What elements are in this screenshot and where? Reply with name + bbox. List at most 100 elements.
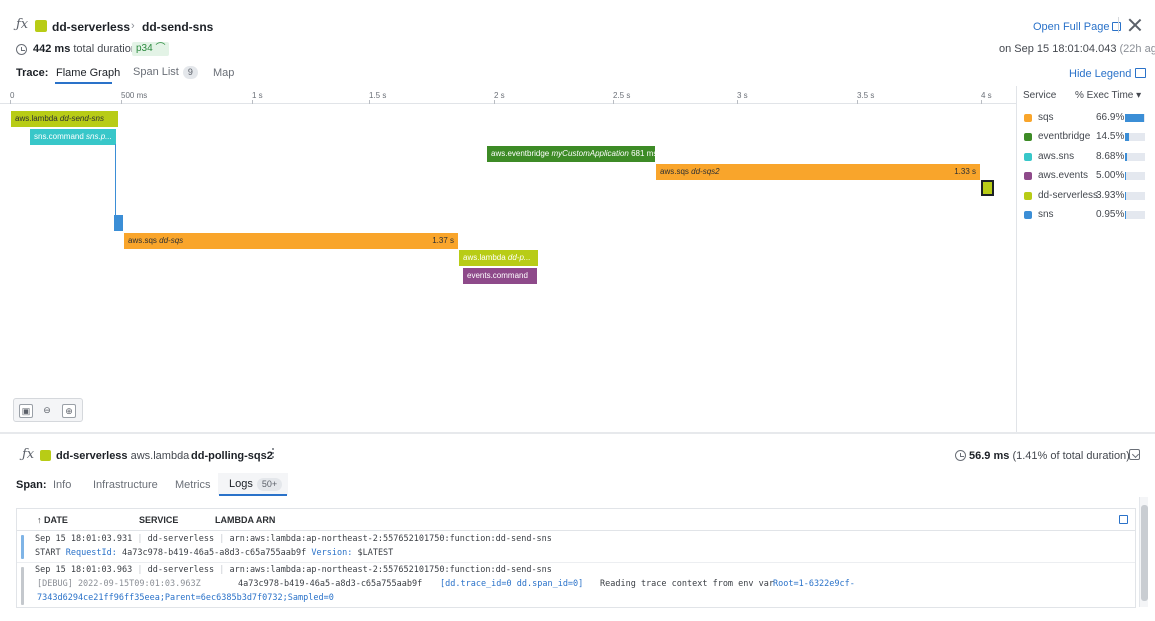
percentile-badge[interactable]: p34 ⌒ xyxy=(132,42,170,56)
span-bar-name: sns.command xyxy=(34,132,84,141)
legend-row-aws-events[interactable]: aws.events 5.00% xyxy=(1017,167,1155,186)
legend-row-dd-serverless[interactable]: dd-serverless 3.93% xyxy=(1017,187,1155,206)
tab-map[interactable]: Map xyxy=(213,67,234,79)
breadcrumb-chevron-icon: › xyxy=(179,449,183,461)
zoom-in-icon[interactable]: ⊕ xyxy=(62,404,76,418)
column-date[interactable]: ↑ DATE xyxy=(37,515,68,525)
sort-up-icon: ↑ xyxy=(37,515,42,525)
span-bar-resource: myCustomApplication xyxy=(551,149,629,158)
logs-scrollbar[interactable] xyxy=(1139,497,1148,607)
log-status-bar xyxy=(21,567,24,605)
legend-color-swatch xyxy=(1024,153,1032,161)
tab-infrastructure[interactable]: Infrastructure xyxy=(93,479,158,491)
log-arn: arn:aws:lambda:ap-northeast-2:5576521017… xyxy=(229,534,552,544)
legend-exec-fill xyxy=(1125,114,1144,122)
span-bar-name: events.command xyxy=(467,271,528,280)
span-bar-resource: dd-sqs2 xyxy=(691,167,720,176)
tab-metrics[interactable]: Metrics xyxy=(175,479,210,491)
legend-exec-bar xyxy=(1125,211,1145,219)
span-bar-name: aws.lambda xyxy=(463,253,506,262)
legend-exec-bar xyxy=(1125,153,1145,161)
axis-tick: 1.5 s xyxy=(369,91,387,100)
legend-exec-fill xyxy=(1125,133,1130,141)
time-axis: 0 500 ms 1 s 1.5 s 2 s 2.5 s 3 s 3.5 s 4… xyxy=(0,88,1016,104)
log-meta: Sep 15 18:01:03.931 | dd-serverless | ar… xyxy=(35,534,552,544)
span-bar-resource: sns.p... xyxy=(86,132,112,141)
fit-to-screen-icon[interactable]: ▣ xyxy=(19,404,33,418)
span-bar-name: aws.eventbridge xyxy=(491,149,550,158)
span-bar-resource: dd-sqs xyxy=(159,236,184,245)
log-status-bar xyxy=(21,535,24,559)
span-bar-sns-command[interactable]: sns.command sns.p... xyxy=(30,129,116,145)
legend-row-eventbridge[interactable]: eventbridge 14.5% xyxy=(1017,128,1155,147)
logs-scrollbar-thumb[interactable] xyxy=(1141,505,1148,601)
legend-exec-bar xyxy=(1125,114,1145,122)
panel-divider[interactable] xyxy=(0,432,1155,434)
open-full-page-link[interactable]: Open Full Page xyxy=(1033,21,1122,33)
tab-logs[interactable]: Logs 50+ xyxy=(229,478,283,491)
span-bar-selected[interactable] xyxy=(981,180,994,196)
span-bar-sns[interactable] xyxy=(114,215,123,231)
legend-exec-pct: 14.5% xyxy=(1096,131,1125,142)
legend-header-exec-label: % Exec Time xyxy=(1075,90,1134,101)
legend-service-name: aws.sns xyxy=(1038,151,1075,162)
column-lambda-arn[interactable]: LAMBDA ARN xyxy=(215,515,275,525)
legend-service-name: dd-serverless xyxy=(1038,190,1099,201)
close-icon[interactable] xyxy=(1127,17,1143,33)
zoom-controls: ▣ ⊖ ⊕ xyxy=(13,398,83,422)
relative-time: (22h ago) xyxy=(1119,43,1155,55)
axis-tick: 4 s xyxy=(981,91,992,100)
span-bar-aws-eventbridge[interactable]: aws.eventbridge myCustomApplication 681 … xyxy=(487,146,655,162)
legend-exec-pct: 8.68% xyxy=(1096,151,1125,162)
legend-exec-fill xyxy=(1125,211,1126,219)
legend-exec-pct: 66.9% xyxy=(1096,112,1125,123)
zoom-out-icon[interactable]: ⊖ xyxy=(40,404,54,418)
legend-row-sqs[interactable]: sqs 66.9% xyxy=(1017,109,1155,128)
hide-legend-button[interactable]: Hide Legend xyxy=(1069,67,1147,80)
legend-exec-pct: 0.95% xyxy=(1096,209,1125,220)
active-tab-underline xyxy=(55,82,112,84)
legend-service-name: eventbridge xyxy=(1038,131,1091,142)
more-options-icon[interactable] xyxy=(272,448,275,460)
external-link-icon[interactable] xyxy=(1119,515,1128,524)
tab-info[interactable]: Info xyxy=(53,479,71,491)
span-bar-aws-lambda-2[interactable]: aws.lambda dd-p... xyxy=(459,250,538,266)
span-service-name[interactable]: dd-serverless aws.lambda xyxy=(56,450,189,462)
service-color-swatch xyxy=(35,20,47,32)
service-color-swatch xyxy=(40,450,51,461)
log-row[interactable]: Sep 15 18:01:03.931 | dd-serverless | ar… xyxy=(17,531,1135,563)
legend-service-name: sqs xyxy=(1038,112,1054,123)
column-service[interactable]: SERVICE xyxy=(139,515,178,525)
legend-exec-fill xyxy=(1125,153,1128,161)
log-root: Root=1-6322e9cf- xyxy=(773,579,855,589)
span-bar-aws-sqs-2[interactable]: aws.sqs dd-sqs2 1.33 s xyxy=(656,164,980,180)
tab-span-list[interactable]: Span List 9 xyxy=(133,66,198,79)
span-bar-events-command[interactable]: events.command xyxy=(463,268,537,284)
axis-tick: 1 s xyxy=(252,91,263,100)
legend-exec-bar xyxy=(1125,133,1145,141)
tab-span-list-label: Span List xyxy=(133,66,179,78)
column-date-label: DATE xyxy=(44,515,68,525)
service-name[interactable]: dd-serverless xyxy=(52,20,130,34)
tab-flame-graph[interactable]: Flame Graph xyxy=(56,67,120,79)
clock-icon xyxy=(955,450,966,461)
span-bar-resource: dd-send-sns xyxy=(59,114,104,123)
log-key: Version: xyxy=(311,548,353,558)
log-row[interactable]: Sep 15 18:01:03.963 | dd-serverless | ar… xyxy=(17,563,1135,607)
legend-color-swatch xyxy=(1024,192,1032,200)
legend-header-exec-time[interactable]: % Exec Time ▾ xyxy=(1075,90,1141,101)
span-bar-aws-sqs[interactable]: aws.sqs dd-sqs 1.37 s xyxy=(124,233,458,249)
span-duration: 56.9 ms (1.41% of total duration) xyxy=(969,450,1130,462)
legend-row-aws-sns[interactable]: aws.sns 8.68% xyxy=(1017,148,1155,167)
span-service-label: dd-serverless xyxy=(56,450,128,462)
span-bar-aws-lambda[interactable]: aws.lambda dd-send-sns xyxy=(11,111,118,127)
collapse-panel-icon[interactable] xyxy=(1129,449,1140,460)
span-bar-name: aws.sqs xyxy=(660,167,689,176)
legend-row-sns[interactable]: sns 0.95% xyxy=(1017,206,1155,225)
legend-header-service[interactable]: Service xyxy=(1023,90,1056,101)
service-legend: Service % Exec Time ▾ sqs 66.9% eventbri… xyxy=(1016,86,1155,432)
log-date: Sep 15 18:01:03.931 xyxy=(35,534,133,544)
legend-color-swatch xyxy=(1024,133,1032,141)
log-key: RequestId: xyxy=(65,548,117,558)
trace-timestamp: on Sep 15 18:01:04.043 (22h ago) xyxy=(999,43,1155,55)
